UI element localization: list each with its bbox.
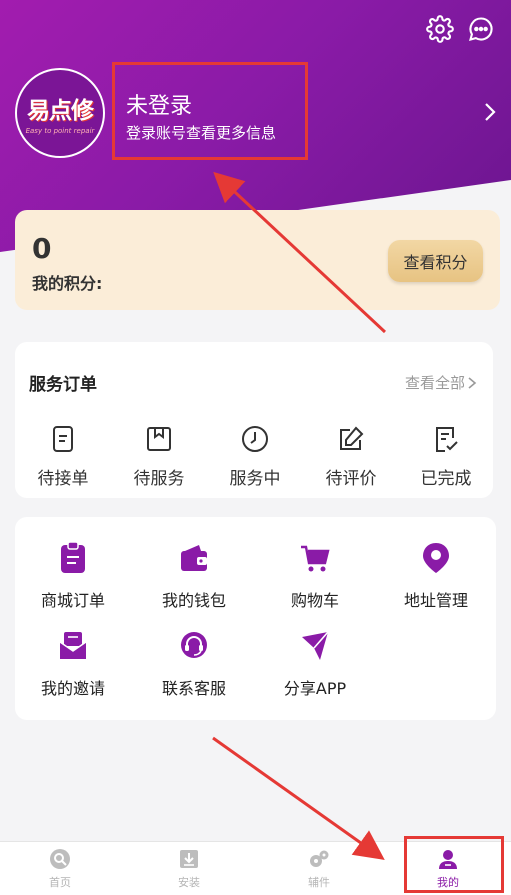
- tab-highlight-box: [404, 836, 504, 893]
- login-status-title[interactable]: 未登录: [126, 88, 192, 120]
- wallet-icon: [181, 545, 207, 571]
- settings-icon[interactable]: [425, 14, 455, 44]
- home-search-icon: [50, 849, 70, 869]
- order-status-pending-accept[interactable]: 待接单: [18, 424, 108, 489]
- order-status-label: 已完成: [420, 469, 472, 489]
- tool-label: 我的钱包: [161, 591, 226, 610]
- mail-icon: [59, 632, 87, 659]
- location-pin-icon: [423, 543, 449, 573]
- order-status-completed[interactable]: 已完成: [401, 424, 491, 489]
- order-status-label: 待接单: [37, 469, 89, 489]
- order-status-label: 服务中: [229, 469, 281, 489]
- chevron-right-icon[interactable]: [480, 100, 500, 124]
- install-icon: [180, 850, 198, 868]
- tool-label: 购物车: [290, 591, 339, 610]
- tool-wallet[interactable]: 我的钱包: [139, 541, 249, 611]
- tool-label: 分享APP: [283, 679, 347, 698]
- view-all-orders-link[interactable]: 查看全部: [405, 372, 477, 393]
- tab-accessories[interactable]: 辅件: [269, 848, 369, 890]
- tool-label: 商城订单: [40, 591, 105, 610]
- gears-icon: [310, 850, 329, 867]
- tool-label: 地址管理: [403, 591, 468, 610]
- service-orders-title: 服务订单: [29, 375, 97, 395]
- tools-card: 商城订单 我的钱包 购物车 地址管理 我的邀请 联系客服 分享APP: [15, 517, 496, 720]
- tab-install[interactable]: 安装: [139, 848, 239, 890]
- order-status-label: 待服务: [133, 469, 185, 489]
- logo-subtext: Easy to point repair: [25, 127, 95, 135]
- avatar[interactable]: 易点修 Easy to point repair: [15, 68, 105, 158]
- tool-customer-service[interactable]: 联系客服: [139, 629, 249, 699]
- logo-text: 易点修: [27, 98, 94, 124]
- order-status-pending-review[interactable]: 待评价: [306, 424, 396, 489]
- points-card: 0 我的积分: 查看积分: [15, 210, 500, 310]
- tab-label: 安装: [178, 876, 200, 889]
- clipboard-list-icon: [53, 426, 73, 452]
- order-status-pending-service[interactable]: 待服务: [114, 424, 204, 489]
- service-orders-card: 服务订单 查看全部 待接单 待服务 服务中 待评价 已完成: [15, 342, 493, 498]
- send-icon: [302, 631, 329, 660]
- order-status-label: 待评价: [325, 469, 377, 489]
- headset-icon: [181, 632, 207, 658]
- tool-share-app[interactable]: 分享APP: [260, 629, 370, 699]
- cart-icon: [301, 545, 330, 572]
- tab-home[interactable]: 首页: [10, 848, 110, 890]
- message-icon[interactable]: [466, 14, 496, 44]
- tab-label: 首页: [49, 876, 71, 889]
- login-status-subtitle[interactable]: 登录账号查看更多信息: [126, 122, 276, 143]
- view-points-button[interactable]: 查看积分: [388, 240, 483, 282]
- tool-cart[interactable]: 购物车: [260, 541, 370, 611]
- clock-icon: [242, 426, 268, 452]
- tool-label: 联系客服: [161, 679, 226, 698]
- points-label: 我的积分:: [32, 274, 103, 293]
- points-value: 0: [32, 232, 52, 265]
- check-list-icon: [436, 427, 458, 452]
- view-all-label: 查看全部: [404, 374, 465, 392]
- box-icon: [147, 427, 171, 451]
- tool-mall-orders[interactable]: 商城订单: [18, 541, 128, 611]
- tool-label: 我的邀请: [40, 679, 105, 698]
- chevron-right-icon: [468, 376, 477, 389]
- order-clipboard-icon: [61, 541, 85, 573]
- tool-invite[interactable]: 我的邀请: [18, 629, 128, 699]
- tool-address[interactable]: 地址管理: [381, 541, 491, 611]
- edit-icon: [340, 426, 364, 450]
- tab-label: 辅件: [308, 876, 330, 889]
- order-status-in-service[interactable]: 服务中: [210, 424, 300, 489]
